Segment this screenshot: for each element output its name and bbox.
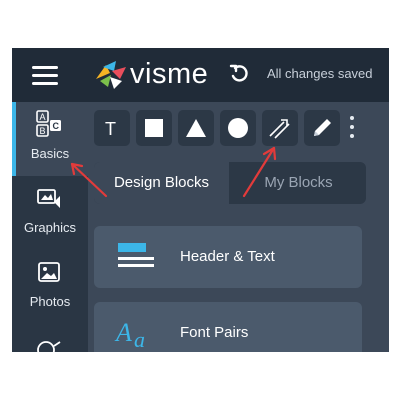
svg-text:B: B — [40, 126, 46, 136]
shape-toolbar: T — [94, 110, 384, 150]
photo-icon — [38, 262, 60, 282]
undo-icon[interactable] — [228, 62, 252, 86]
tab-design-blocks[interactable]: Design Blocks — [94, 162, 229, 204]
dot — [350, 134, 354, 138]
logo-wordmark: visme — [130, 58, 209, 90]
sidebar-item-label: Graphics — [23, 220, 77, 235]
square-tool-button[interactable] — [136, 110, 172, 146]
triangle-tool-icon — [186, 119, 206, 137]
dot — [350, 125, 354, 129]
svg-text:a: a — [134, 327, 145, 351]
line-tool-button[interactable] — [262, 110, 298, 146]
blocks-tabs: Design Blocks My Blocks — [94, 162, 366, 204]
sidebar-item-label: Basics — [30, 146, 70, 161]
menu-bar-3 — [32, 82, 58, 85]
svg-text:A: A — [114, 318, 132, 347]
block-label: Font Pairs — [180, 324, 249, 341]
pencil-tool-button[interactable] — [304, 110, 340, 146]
line-arrow-tool-icon — [269, 119, 290, 139]
block-label: Header & Text — [180, 248, 275, 265]
sidebar-item-photos[interactable]: Photos — [12, 250, 88, 324]
abc-blocks-icon: A B C — [36, 110, 61, 137]
sidebar-item-graphics[interactable]: Graphics — [12, 176, 88, 250]
text-tool-button[interactable]: T — [94, 110, 130, 146]
triangle-tool-button[interactable] — [178, 110, 214, 146]
svg-text:C: C — [53, 121, 60, 131]
pencil-tool-icon — [314, 119, 331, 136]
header-text-icon — [118, 243, 154, 267]
square-tool-icon — [145, 119, 163, 137]
menu-bar-1 — [32, 66, 58, 69]
more-tools-icon[interactable] — [36, 336, 64, 352]
left-sidebar: A B C Basics Graphics Photos — [12, 102, 88, 352]
more-vertical-icon[interactable] — [347, 116, 357, 140]
visme-editor: visme All changes saved A B C Basics Gra… — [12, 48, 389, 352]
menu-bar-2 — [32, 74, 58, 77]
font-pairs-icon: A a — [114, 318, 145, 351]
dot — [350, 116, 354, 120]
tab-my-blocks[interactable]: My Blocks — [231, 162, 366, 204]
sidebar-item-basics[interactable]: A B C Basics — [12, 102, 88, 176]
sidebar-item-label: Photos — [29, 294, 71, 309]
text-tool-icon: T — [105, 119, 116, 139]
graphics-icon — [37, 189, 60, 208]
svg-text:A: A — [40, 112, 46, 122]
svg-text:T: T — [105, 119, 116, 139]
visme-logo-icon — [96, 61, 126, 89]
circle-tool-button[interactable] — [220, 110, 256, 146]
block-font-pairs[interactable]: A a Font Pairs — [94, 302, 362, 352]
save-status-text: All changes saved — [267, 66, 373, 81]
circle-tool-icon — [228, 118, 248, 138]
hamburger-menu-button[interactable] — [26, 61, 66, 89]
block-header-and-text[interactable]: Header & Text — [94, 226, 362, 288]
top-bar: visme All changes saved — [12, 48, 389, 102]
